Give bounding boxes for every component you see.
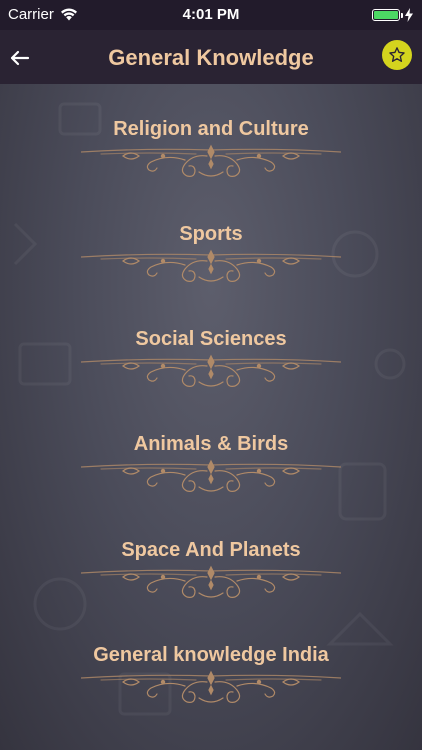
ornament-divider [81, 671, 341, 704]
category-label: Sports [179, 223, 243, 245]
ornament-divider [81, 145, 341, 177]
category-item-social-sciences[interactable]: Social Sciences [0, 294, 422, 389]
category-label: Religion and Culture [113, 118, 309, 140]
category-item-animals-and-birds[interactable]: Animals & Birds [0, 399, 422, 494]
battery-icon [372, 9, 403, 21]
ornament-divider [81, 355, 341, 387]
status-bar: Carrier 4:01 PM [0, 0, 422, 30]
category-label: Space And Planets [121, 539, 301, 561]
nav-bar: General Knowledge [0, 30, 422, 84]
page-title: General Knowledge [108, 45, 314, 70]
category-label: General knowledge India [93, 644, 329, 666]
category-label: Animals & Birds [133, 433, 289, 455]
charging-icon [405, 8, 413, 22]
favorite-button[interactable] [382, 40, 412, 70]
ornament-divider [81, 250, 341, 282]
star-icon [389, 47, 405, 62]
status-right [372, 8, 414, 22]
status-time: 4:01 PM [182, 6, 240, 23]
category-item-space-and-planets[interactable]: Space And Planets [0, 505, 422, 600]
ornament-divider [81, 460, 341, 492]
category-item-sports[interactable]: Sports [0, 189, 422, 284]
category-item-general-knowledge-india[interactable]: General knowledge India [0, 610, 422, 705]
category-item-religion-and-culture[interactable]: Religion and Culture [0, 84, 422, 179]
ornament-divider [81, 566, 341, 599]
category-label: Social Sciences [135, 328, 287, 350]
battery-fill [374, 11, 398, 19]
